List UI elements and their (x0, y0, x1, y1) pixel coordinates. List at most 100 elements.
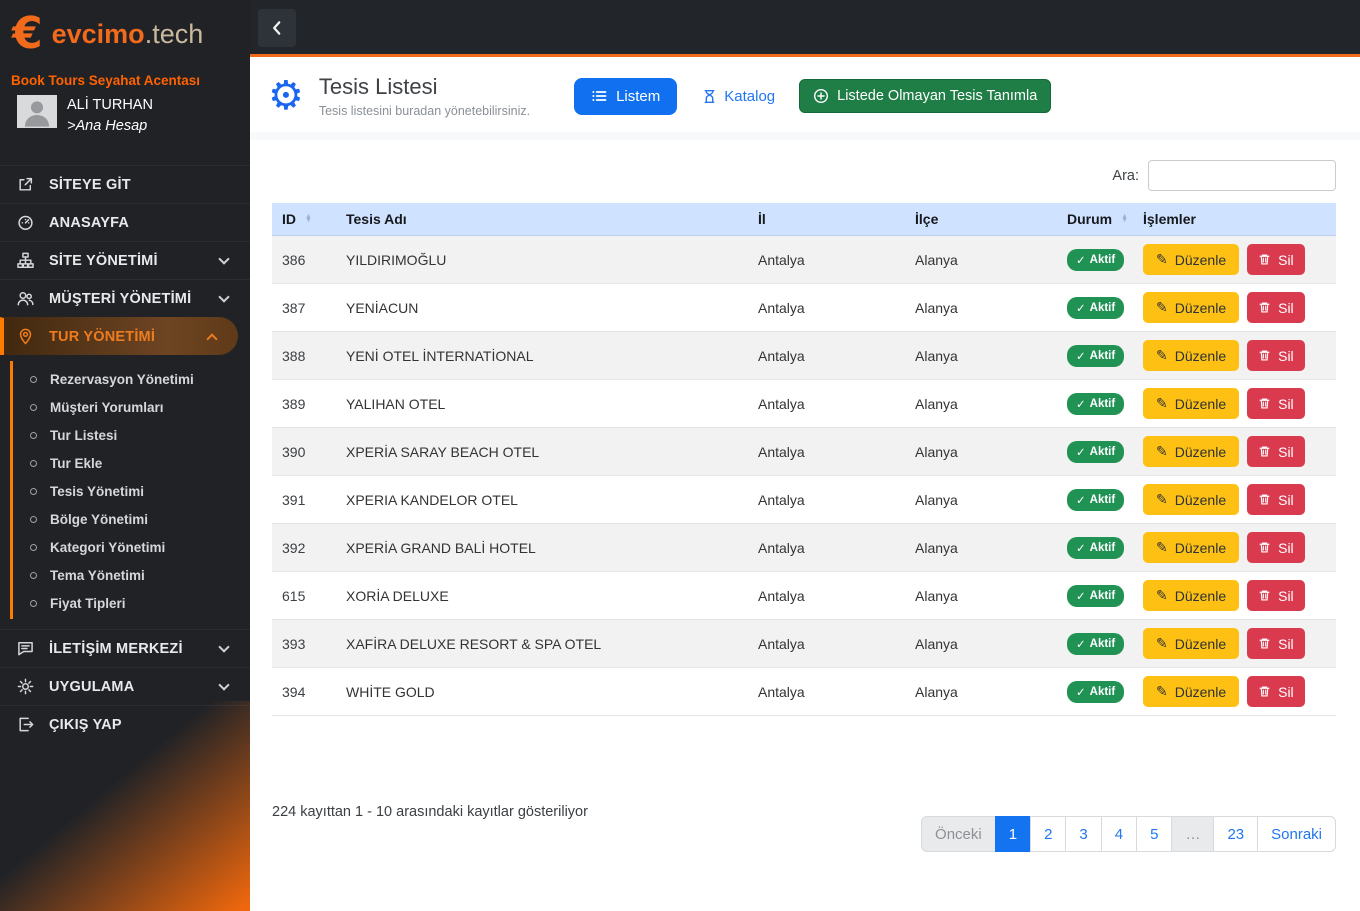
delete-button[interactable]: Sil (1247, 244, 1305, 275)
katalog-link[interactable]: Katalog (702, 88, 775, 105)
pencil-icon: ✎ (1156, 539, 1168, 556)
edit-button[interactable]: ✎ Düzenle (1143, 388, 1240, 419)
cell-name: YENİ OTEL İNTERNATİONAL (336, 331, 748, 380)
pencil-icon: ✎ (1156, 299, 1168, 316)
cell-id: 393 (272, 619, 336, 668)
sidebar-item-musteri-yonetimi[interactable]: MÜŞTERİ YÖNETİMİ (0, 279, 250, 317)
back-button[interactable] (258, 9, 296, 47)
sidebar-item-cikis-yap[interactable]: ÇIKIŞ YAP (0, 705, 250, 743)
bullet-icon (30, 515, 37, 523)
user-panel: ALİ TURHAN >Ana Hesap (0, 88, 250, 137)
sidebar-item-anasayfa[interactable]: ANASAYFA (0, 203, 250, 241)
sidebar-item-siteye-git[interactable]: SİTEYE GİT (0, 165, 250, 203)
cell-il: Antalya (748, 235, 905, 284)
pagination-page-3[interactable]: 3 (1065, 816, 1102, 852)
delete-button[interactable]: Sil (1247, 340, 1305, 371)
status-badge: ✓ Aktif (1067, 488, 1125, 511)
pagination-page-23[interactable]: 23 (1213, 816, 1259, 852)
delete-button[interactable]: Sil (1247, 436, 1305, 467)
define-facility-button[interactable]: Listede Olmayan Tesis Tanımla (799, 79, 1052, 113)
delete-button[interactable]: Sil (1247, 292, 1305, 323)
search-input[interactable] (1148, 160, 1336, 191)
chat-icon (17, 640, 35, 658)
sidebar-subitem-tema-yönetimi[interactable]: Tema Yönetimi (13, 561, 250, 589)
sidebar-item-tur-yonetimi[interactable]: TUR YÖNETİMİ (0, 317, 238, 356)
edit-button[interactable]: ✎ Düzenle (1143, 580, 1240, 611)
sidebar-subitem-fiyat-tipleri[interactable]: Fiyat Tipleri (13, 589, 250, 617)
main-content: ⚙ Tesis Listesi Tesis listesini buradan … (250, 60, 1360, 911)
listem-button[interactable]: Listem (574, 77, 678, 115)
column-header-i̇şlemler: İşlemler (1133, 203, 1336, 236)
cell-il: Antalya (748, 475, 905, 524)
delete-button[interactable]: Sil (1247, 628, 1305, 659)
delete-button[interactable]: Sil (1247, 580, 1305, 611)
column-header-id[interactable]: ID ▲ ▼ (272, 203, 336, 236)
bullet-icon (30, 543, 37, 551)
cell-ilce: Alanya (905, 523, 1057, 572)
sidebar-item-uygulama[interactable]: UYGULAMA (0, 667, 250, 705)
cell-name: XAFİRA DELUXE RESORT & SPA OTEL (336, 619, 748, 668)
sidebar-subitem-tesis-yönetimi[interactable]: Tesis Yönetimi (13, 477, 250, 505)
cell-il: Antalya (748, 427, 905, 476)
status-badge: ✓ Aktif (1067, 344, 1125, 367)
cell-id: 389 (272, 379, 336, 428)
sidebar-nav: SİTEYE GİT ANASAYFA SİTE YÖNETİMİ MÜŞTER… (0, 165, 250, 743)
pagination-page-5[interactable]: 5 (1136, 816, 1173, 852)
sidebar-submenu: Rezervasyon Yönetimi Müşteri Yorumları T… (10, 361, 250, 620)
table-body: 386 YILDIRIMOĞLU Antalya Alanya ✓ Aktif … (272, 235, 1336, 716)
cell-id: 386 (272, 235, 336, 284)
check-icon: ✓ (1076, 350, 1086, 363)
cell-il: Antalya (748, 523, 905, 572)
table-row: 393 XAFİRA DELUXE RESORT & SPA OTEL Anta… (272, 619, 1336, 668)
edit-button[interactable]: ✎ Düzenle (1143, 484, 1240, 515)
map-pin-icon (17, 328, 35, 346)
delete-button[interactable]: Sil (1247, 484, 1305, 515)
cell-id: 391 (272, 475, 336, 524)
sidebar-subitem-tur-ekle[interactable]: Tur Ekle (13, 449, 250, 477)
trash-icon (1259, 254, 1270, 265)
sidebar-subitem-tur-listesi[interactable]: Tur Listesi (13, 421, 250, 449)
cell-id: 615 (272, 571, 336, 620)
pagination-page-2[interactable]: 2 (1030, 816, 1067, 852)
delete-button[interactable]: Sil (1247, 676, 1305, 707)
trash-icon (1259, 350, 1270, 361)
cell-id: 388 (272, 331, 336, 380)
sidebar-item-iletisim-merkezi[interactable]: İLETİŞİM MERKEZİ (0, 629, 250, 667)
check-icon: ✓ (1076, 590, 1086, 603)
cell-ilce: Alanya (905, 571, 1057, 620)
page-subtitle: Tesis listesini buradan yönetebilirsiniz… (318, 104, 531, 118)
check-icon: ✓ (1076, 494, 1086, 507)
cell-id: 390 (272, 427, 336, 476)
delete-button[interactable]: Sil (1247, 532, 1305, 563)
sort-icon: ▲ ▼ (1121, 212, 1129, 224)
pagination-page-1[interactable]: 1 (994, 816, 1032, 852)
sidebar-subitem-bölge-yönetimi[interactable]: Bölge Yönetimi (13, 505, 250, 533)
column-header-durum[interactable]: Durum ▲ ▼ (1057, 203, 1133, 236)
sidebar-subitem-müşteri-yorumları[interactable]: Müşteri Yorumları (13, 393, 250, 421)
sidebar-subitem-rezervasyon-yönetimi[interactable]: Rezervasyon Yönetimi (13, 365, 250, 393)
sidebar-item-site-yonetimi[interactable]: SİTE YÖNETİMİ (0, 241, 250, 279)
edit-button[interactable]: ✎ Düzenle (1143, 244, 1240, 275)
edit-button[interactable]: ✎ Düzenle (1143, 436, 1240, 467)
sidebar-subitem-kategori-yönetimi[interactable]: Kategori Yönetimi (13, 533, 250, 561)
pagination-page-…: … (1171, 816, 1215, 852)
edit-button[interactable]: ✎ Düzenle (1143, 532, 1240, 563)
brand-tld: .tech (144, 18, 204, 49)
sort-icon: ▲ ▼ (305, 212, 312, 224)
pagination-page-4[interactable]: 4 (1100, 816, 1138, 852)
bullet-icon (30, 571, 37, 579)
edit-button[interactable]: ✎ Düzenle (1143, 676, 1240, 707)
delete-button[interactable]: Sil (1247, 388, 1305, 419)
trash-icon (1259, 398, 1270, 409)
edit-button[interactable]: ✎ Düzenle (1143, 628, 1240, 659)
pagination-next[interactable]: Sonraki (1257, 816, 1336, 852)
cell-ilce: Alanya (905, 379, 1057, 428)
pencil-icon: ✎ (1156, 251, 1168, 268)
edit-button[interactable]: ✎ Düzenle (1143, 340, 1240, 371)
pagination: Önceki 1 2 3 4 5… 23 Sonraki (921, 816, 1336, 852)
pagination-prev: Önceki (921, 816, 996, 852)
trash-icon (1259, 302, 1270, 313)
cell-ilce: Alanya (905, 475, 1057, 524)
trash-icon (1259, 686, 1270, 697)
edit-button[interactable]: ✎ Düzenle (1143, 292, 1240, 323)
